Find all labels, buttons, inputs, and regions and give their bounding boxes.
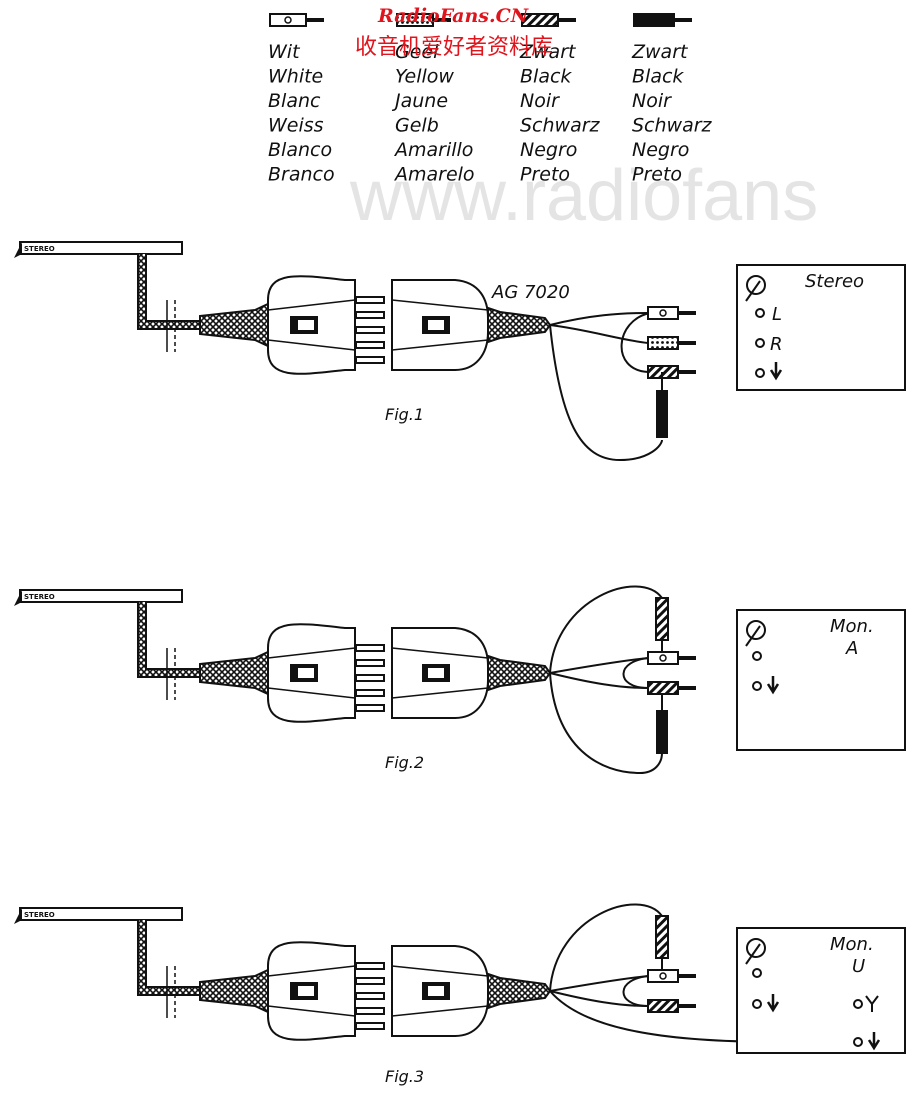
connector-pin — [355, 674, 385, 682]
white-plug-icon — [647, 306, 696, 320]
legend-color-name: Negro — [632, 139, 689, 161]
pickup-arm: STEREO — [14, 589, 205, 678]
solid-black-plug-icon — [656, 390, 668, 438]
connector-pin — [355, 704, 385, 712]
socket-label: L — [772, 304, 782, 325]
legend-color-name: Noir — [520, 90, 560, 112]
legend-color-name: Jaune — [391, 90, 448, 112]
pickup-label: STEREO — [24, 593, 55, 601]
legend-color-name: Black — [520, 66, 572, 88]
pickup-label: STEREO — [24, 911, 55, 919]
legend-color-name: Zwart — [631, 41, 689, 63]
input-socket — [755, 368, 765, 378]
legend-color-name: Gelb — [395, 115, 439, 137]
connector-pin — [355, 644, 385, 652]
black-hatched-plug-icon — [521, 13, 576, 27]
legend-color-name: Wit — [268, 41, 301, 63]
figure-2: STEREO Mon.A Fig.2 — [14, 585, 906, 775]
pickup-label: STEREO — [24, 245, 55, 253]
figure-caption: Fig.1 — [385, 405, 424, 424]
legend-color-name: Weiss — [268, 115, 324, 137]
figure-1: STEREO AG 7020 Stereo LR Fig.1 — [14, 241, 906, 462]
solid-black-plug-icon — [633, 13, 692, 27]
mode-sub-label: A — [845, 638, 858, 659]
mode-sub-label: U — [852, 956, 865, 977]
connector-pin — [355, 689, 385, 697]
connector-pin — [355, 356, 385, 364]
socket-label: R — [770, 334, 783, 355]
legend-color-name: Amarillo — [393, 139, 473, 161]
input-socket — [755, 338, 765, 348]
legend-color-name: Yellow — [395, 66, 454, 88]
input-socket — [752, 968, 762, 978]
legend-color-name: Black — [632, 66, 684, 88]
legend-color-name: Noir — [632, 90, 672, 112]
din-socket-female — [391, 627, 552, 719]
connector-pin — [355, 296, 385, 304]
connector-pin — [355, 659, 385, 667]
watermark-site: RadioFans.CN — [377, 5, 529, 27]
din-socket-female — [391, 945, 552, 1037]
legend-color-name: Negro — [520, 139, 577, 161]
legend-color-name: Branco — [268, 164, 335, 186]
black-hatched-plug-icon — [647, 365, 696, 379]
amplifier-panel: Stereo LR — [736, 264, 906, 391]
figure-caption: Fig.2 — [385, 753, 424, 772]
pickup-arm: STEREO — [14, 907, 205, 996]
mode-label: Stereo — [805, 271, 864, 292]
din-plug-male — [199, 941, 385, 1041]
legend-color-name: Schwarz — [520, 115, 601, 137]
yellow-plug-icon — [647, 336, 696, 350]
connector-pin — [355, 992, 385, 1000]
legend-color-name: Schwarz — [632, 115, 713, 137]
legend-color-name: Blanc — [268, 90, 321, 112]
connector-pin — [355, 311, 385, 319]
legend-color-name: White — [268, 66, 323, 88]
din-plug-male — [199, 623, 385, 723]
connector-pin — [355, 1022, 385, 1030]
solid-black-plug-icon — [656, 710, 668, 754]
model-label: AG 7020 — [491, 282, 570, 303]
mode-label: Mon. — [830, 616, 874, 637]
input-socket — [752, 999, 762, 1009]
pickup-arm: STEREO — [14, 241, 205, 330]
mode-label: Mon. — [830, 934, 874, 955]
legend-color-name: Blanco — [268, 139, 332, 161]
legend-color-name: Preto — [632, 164, 682, 186]
figure-3: STEREO Mon.U Fig.3 — [14, 903, 906, 1086]
watermark-chinese: 收音机爱好者资料库 — [355, 35, 553, 60]
white-plug-icon — [647, 969, 696, 983]
yellow-plug-icon — [655, 597, 669, 641]
input-socket — [755, 308, 765, 318]
connector-pin — [355, 341, 385, 349]
din-plug-male — [199, 275, 385, 375]
amplifier-panel: Mon.U — [736, 927, 906, 1054]
connection-diagram: www.radiofans WitWhiteBlancWeissBlancoBr… — [14, 5, 906, 1086]
white-plug-icon — [269, 13, 324, 27]
output-cables — [549, 585, 696, 775]
input-socket — [752, 681, 762, 691]
connector-pin — [355, 977, 385, 985]
connector-pin — [355, 326, 385, 334]
connector-pin — [355, 1007, 385, 1015]
black-hatched-plug-icon — [647, 999, 696, 1013]
figure-caption: Fig.3 — [385, 1067, 424, 1086]
input-socket — [853, 1037, 863, 1047]
black-hatched-plug-icon — [647, 681, 696, 695]
amplifier-panel: Mon.A — [736, 609, 906, 751]
connector-pin — [355, 962, 385, 970]
output-cables — [549, 306, 696, 462]
legend-color-name: Preto — [520, 164, 570, 186]
legend-color-name: Amarelo — [393, 164, 475, 186]
input-socket — [752, 651, 762, 661]
input-socket — [853, 999, 863, 1009]
white-plug-icon — [647, 651, 696, 665]
yellow-plug-icon — [655, 915, 669, 959]
